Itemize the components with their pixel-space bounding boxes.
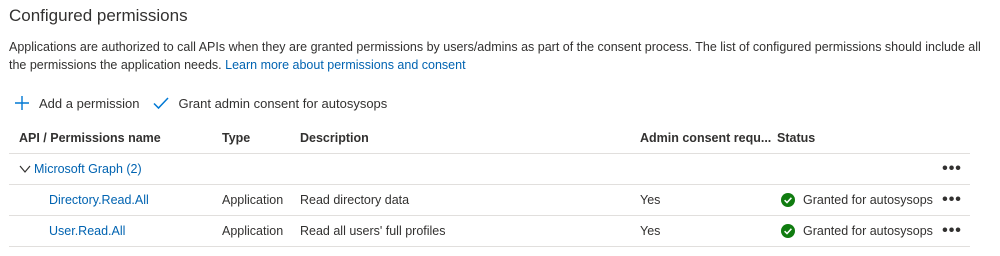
group-cell: Microsoft Graph (2)	[19, 154, 142, 184]
grant-admin-consent-button[interactable]: Grant admin consent for autosysops	[153, 96, 387, 111]
status-cell: Granted for autosysops	[777, 185, 933, 215]
name-cell: User.Read.All	[49, 216, 125, 246]
column-header-type[interactable]: Type	[222, 123, 250, 153]
table-row: Directory.Read.All Application Read dire…	[9, 185, 970, 216]
status-cell: Granted for autosysops	[777, 216, 933, 246]
plus-icon	[15, 96, 29, 110]
more-icon: •••	[942, 191, 962, 208]
more-icon: •••	[942, 160, 962, 177]
learn-more-link[interactable]: Learn more about permissions and consent	[225, 58, 465, 72]
permission-name-link[interactable]: Directory.Read.All	[49, 193, 149, 207]
name-cell: Directory.Read.All	[49, 185, 149, 215]
group-more-actions[interactable]: •••	[937, 154, 967, 184]
description-text: Applications are authorized to call APIs…	[9, 40, 981, 72]
toolbar: Add a permission Grant admin consent for…	[14, 93, 387, 113]
admin-consent-cell: Yes	[640, 224, 661, 238]
column-header-description[interactable]: Description	[300, 123, 369, 153]
table-row: User.Read.All Application Read all users…	[9, 216, 970, 247]
status-text: Granted for autosysops	[803, 224, 933, 238]
add-permission-label: Add a permission	[39, 95, 140, 111]
check-circle-icon	[781, 224, 795, 238]
add-permission-button[interactable]: Add a permission	[14, 95, 139, 111]
more-icon: •••	[942, 222, 962, 239]
group-label[interactable]: Microsoft Graph (2)	[34, 162, 142, 176]
column-header-name[interactable]: API / Permissions name	[19, 123, 161, 153]
table-header-row: API / Permissions name Type Description …	[9, 123, 970, 154]
type-cell: Application	[222, 193, 284, 207]
permissions-table: API / Permissions name Type Description …	[9, 123, 970, 247]
description-cell: Read all users' full profiles	[300, 224, 446, 238]
column-header-status[interactable]: Status	[777, 123, 815, 153]
description-cell: Read directory data	[300, 193, 410, 207]
grant-admin-consent-label: Grant admin consent for autosysops	[178, 95, 388, 111]
permission-name-link[interactable]: User.Read.All	[49, 224, 125, 238]
checkmark-icon	[153, 97, 169, 110]
group-toggle[interactable]: Microsoft Graph (2)	[19, 162, 142, 176]
row-more-actions[interactable]: •••	[937, 216, 967, 246]
type-cell: Application	[222, 224, 284, 238]
column-header-admin-consent[interactable]: Admin consent requ...	[640, 123, 771, 153]
page-title: Configured permissions	[9, 6, 188, 25]
group-row-microsoft-graph: Microsoft Graph (2) •••	[9, 154, 970, 185]
admin-consent-cell: Yes	[640, 193, 661, 207]
check-circle-icon	[781, 193, 795, 207]
row-more-actions[interactable]: •••	[937, 185, 967, 215]
status-text: Granted for autosysops	[803, 193, 933, 207]
chevron-down-icon	[19, 165, 31, 173]
page-description: Applications are authorized to call APIs…	[9, 38, 981, 74]
